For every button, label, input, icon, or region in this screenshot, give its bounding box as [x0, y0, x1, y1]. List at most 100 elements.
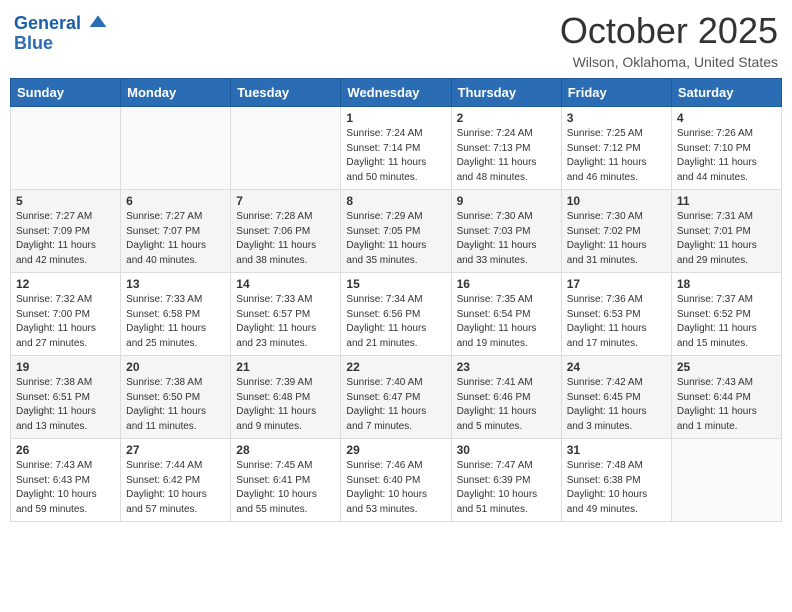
- day-detail: Sunrise: 7:27 AM Sunset: 7:09 PM Dayligh…: [16, 210, 115, 268]
- calendar-cell: [11, 107, 121, 190]
- day-number: 17: [567, 277, 666, 291]
- calendar-body: 1 Sunrise: 7:24 AM Sunset: 7:14 PM Daylig…: [11, 107, 782, 522]
- day-detail: Sunrise: 7:29 AM Sunset: 7:05 PM Dayligh…: [346, 210, 445, 268]
- calendar-cell: 16Sunrise: 7:35 AM Sunset: 6:54 PM Dayli…: [451, 273, 561, 356]
- calendar-table: SundayMondayTuesdayWednesdayThursdayFrid…: [10, 78, 782, 522]
- calendar-cell: 30Sunrise: 7:47 AM Sunset: 6:39 PM Dayli…: [451, 439, 561, 522]
- weekday-header-wednesday: Wednesday: [341, 79, 451, 107]
- day-detail: Sunrise: 7:33 AM Sunset: 6:58 PM Dayligh…: [126, 293, 225, 351]
- calendar-cell: 24Sunrise: 7:42 AM Sunset: 6:45 PM Dayli…: [561, 356, 671, 439]
- day-number: 11: [677, 194, 776, 208]
- day-detail: Sunrise: 7:42 AM Sunset: 6:45 PM Dayligh…: [567, 376, 666, 434]
- day-number: 21: [236, 360, 335, 374]
- day-detail: Sunrise: 7:43 AM Sunset: 6:44 PM Dayligh…: [677, 376, 776, 434]
- day-detail: Sunrise: 7:38 AM Sunset: 6:51 PM Dayligh…: [16, 376, 115, 434]
- day-number: 8: [346, 194, 445, 208]
- day-detail: Sunrise: 7:36 AM Sunset: 6:53 PM Dayligh…: [567, 293, 666, 351]
- calendar-cell: 3 Sunrise: 7:25 AM Sunset: 7:12 PM Daylig…: [561, 107, 671, 190]
- day-detail: Sunrise: 7:47 AM Sunset: 6:39 PM Dayligh…: [457, 459, 556, 517]
- day-number: 20: [126, 360, 225, 374]
- calendar-cell: 12 Sunrise: 7:32 AM Sunset: 7:00 PM Dayli…: [11, 273, 121, 356]
- logo-text: General Blue: [14, 14, 108, 54]
- weekday-header-row: SundayMondayTuesdayWednesdayThursdayFrid…: [11, 79, 782, 107]
- day-number: 3: [567, 111, 666, 125]
- day-number: 12: [16, 277, 115, 291]
- calendar-cell: 18 Sunrise: 7:37 AM Sunset: 6:52 PM Dayli…: [671, 273, 781, 356]
- calendar-week-1: 1 Sunrise: 7:24 AM Sunset: 7:14 PM Daylig…: [11, 107, 782, 190]
- calendar-cell: 20 Sunrise: 7:38 AM Sunset: 6:50 PM Dayli…: [121, 356, 231, 439]
- day-number: 25: [677, 360, 776, 374]
- day-detail: Sunrise: 7:30 AM Sunset: 7:03 PM Dayligh…: [457, 210, 556, 268]
- calendar-week-5: 26 Sunrise: 7:43 AM Sunset: 6:43 PM Dayli…: [11, 439, 782, 522]
- calendar-cell: 8 Sunrise: 7:29 AM Sunset: 7:05 PM Daylig…: [341, 190, 451, 273]
- day-number: 7: [236, 194, 335, 208]
- day-number: 29: [346, 443, 445, 457]
- calendar-cell: 17 Sunrise: 7:36 AM Sunset: 6:53 PM Dayli…: [561, 273, 671, 356]
- day-number: 19: [16, 360, 115, 374]
- calendar-cell: 15Sunrise: 7:34 AM Sunset: 6:56 PM Dayli…: [341, 273, 451, 356]
- calendar-week-3: 12 Sunrise: 7:32 AM Sunset: 7:00 PM Dayli…: [11, 273, 782, 356]
- day-detail: Sunrise: 7:41 AM Sunset: 6:46 PM Dayligh…: [457, 376, 556, 434]
- weekday-header-saturday: Saturday: [671, 79, 781, 107]
- day-number: 16: [457, 277, 556, 291]
- calendar-cell: [671, 439, 781, 522]
- day-detail: Sunrise: 7:40 AM Sunset: 6:47 PM Dayligh…: [346, 376, 445, 434]
- day-detail: Sunrise: 7:28 AM Sunset: 7:06 PM Dayligh…: [236, 210, 335, 268]
- logo: General Blue: [14, 14, 108, 54]
- day-number: 1: [346, 111, 445, 125]
- weekday-header-monday: Monday: [121, 79, 231, 107]
- day-number: 14: [236, 277, 335, 291]
- day-detail: Sunrise: 7:31 AM Sunset: 7:01 PM Dayligh…: [677, 210, 776, 268]
- day-detail: Sunrise: 7:45 AM Sunset: 6:41 PM Dayligh…: [236, 459, 335, 517]
- calendar-cell: 21 Sunrise: 7:39 AM Sunset: 6:48 PM Dayli…: [231, 356, 341, 439]
- day-number: 26: [16, 443, 115, 457]
- calendar-cell: 25 Sunrise: 7:43 AM Sunset: 6:44 PM Dayli…: [671, 356, 781, 439]
- day-detail: Sunrise: 7:43 AM Sunset: 6:43 PM Dayligh…: [16, 459, 115, 517]
- calendar-cell: 1 Sunrise: 7:24 AM Sunset: 7:14 PM Daylig…: [341, 107, 451, 190]
- calendar-cell: 13 Sunrise: 7:33 AM Sunset: 6:58 PM Dayli…: [121, 273, 231, 356]
- day-detail: Sunrise: 7:37 AM Sunset: 6:52 PM Dayligh…: [677, 293, 776, 351]
- logo-icon: [88, 12, 108, 32]
- calendar-week-4: 19 Sunrise: 7:38 AM Sunset: 6:51 PM Dayli…: [11, 356, 782, 439]
- day-detail: Sunrise: 7:46 AM Sunset: 6:40 PM Dayligh…: [346, 459, 445, 517]
- day-detail: Sunrise: 7:24 AM Sunset: 7:14 PM Dayligh…: [346, 127, 445, 185]
- calendar-cell: 2Sunrise: 7:24 AM Sunset: 7:13 PM Daylig…: [451, 107, 561, 190]
- weekday-header-thursday: Thursday: [451, 79, 561, 107]
- weekday-header-friday: Friday: [561, 79, 671, 107]
- calendar-cell: 9 Sunrise: 7:30 AM Sunset: 7:03 PM Daylig…: [451, 190, 561, 273]
- calendar-cell: 28 Sunrise: 7:45 AM Sunset: 6:41 PM Dayli…: [231, 439, 341, 522]
- day-number: 2: [457, 111, 556, 125]
- day-number: 27: [126, 443, 225, 457]
- calendar-cell: 27Sunrise: 7:44 AM Sunset: 6:42 PM Dayli…: [121, 439, 231, 522]
- calendar-cell: 29 Sunrise: 7:46 AM Sunset: 6:40 PM Dayli…: [341, 439, 451, 522]
- day-number: 4: [677, 111, 776, 125]
- calendar-cell: 14Sunrise: 7:33 AM Sunset: 6:57 PM Dayli…: [231, 273, 341, 356]
- day-detail: Sunrise: 7:27 AM Sunset: 7:07 PM Dayligh…: [126, 210, 225, 268]
- day-detail: Sunrise: 7:32 AM Sunset: 7:00 PM Dayligh…: [16, 293, 115, 351]
- day-number: 31: [567, 443, 666, 457]
- day-number: 10: [567, 194, 666, 208]
- day-number: 18: [677, 277, 776, 291]
- calendar-cell: [121, 107, 231, 190]
- calendar-cell: [231, 107, 341, 190]
- calendar-cell: 26 Sunrise: 7:43 AM Sunset: 6:43 PM Dayli…: [11, 439, 121, 522]
- page-header: General Blue October 2025 Wilson, Oklaho…: [10, 10, 782, 70]
- weekday-header-tuesday: Tuesday: [231, 79, 341, 107]
- month-title: October 2025: [560, 10, 778, 52]
- calendar-header: SundayMondayTuesdayWednesdayThursdayFrid…: [11, 79, 782, 107]
- calendar-cell: 6Sunrise: 7:27 AM Sunset: 7:07 PM Daylig…: [121, 190, 231, 273]
- calendar-cell: 7 Sunrise: 7:28 AM Sunset: 7:06 PM Daylig…: [231, 190, 341, 273]
- calendar-cell: 11 Sunrise: 7:31 AM Sunset: 7:01 PM Dayli…: [671, 190, 781, 273]
- location: Wilson, Oklahoma, United States: [560, 54, 778, 70]
- day-number: 9: [457, 194, 556, 208]
- day-detail: Sunrise: 7:38 AM Sunset: 6:50 PM Dayligh…: [126, 376, 225, 434]
- calendar-cell: 5Sunrise: 7:27 AM Sunset: 7:09 PM Daylig…: [11, 190, 121, 273]
- day-number: 13: [126, 277, 225, 291]
- calendar-week-2: 5Sunrise: 7:27 AM Sunset: 7:09 PM Daylig…: [11, 190, 782, 273]
- day-number: 22: [346, 360, 445, 374]
- calendar-cell: 23Sunrise: 7:41 AM Sunset: 6:46 PM Dayli…: [451, 356, 561, 439]
- day-detail: Sunrise: 7:39 AM Sunset: 6:48 PM Dayligh…: [236, 376, 335, 434]
- day-detail: Sunrise: 7:25 AM Sunset: 7:12 PM Dayligh…: [567, 127, 666, 185]
- calendar-cell: 4Sunrise: 7:26 AM Sunset: 7:10 PM Daylig…: [671, 107, 781, 190]
- day-number: 28: [236, 443, 335, 457]
